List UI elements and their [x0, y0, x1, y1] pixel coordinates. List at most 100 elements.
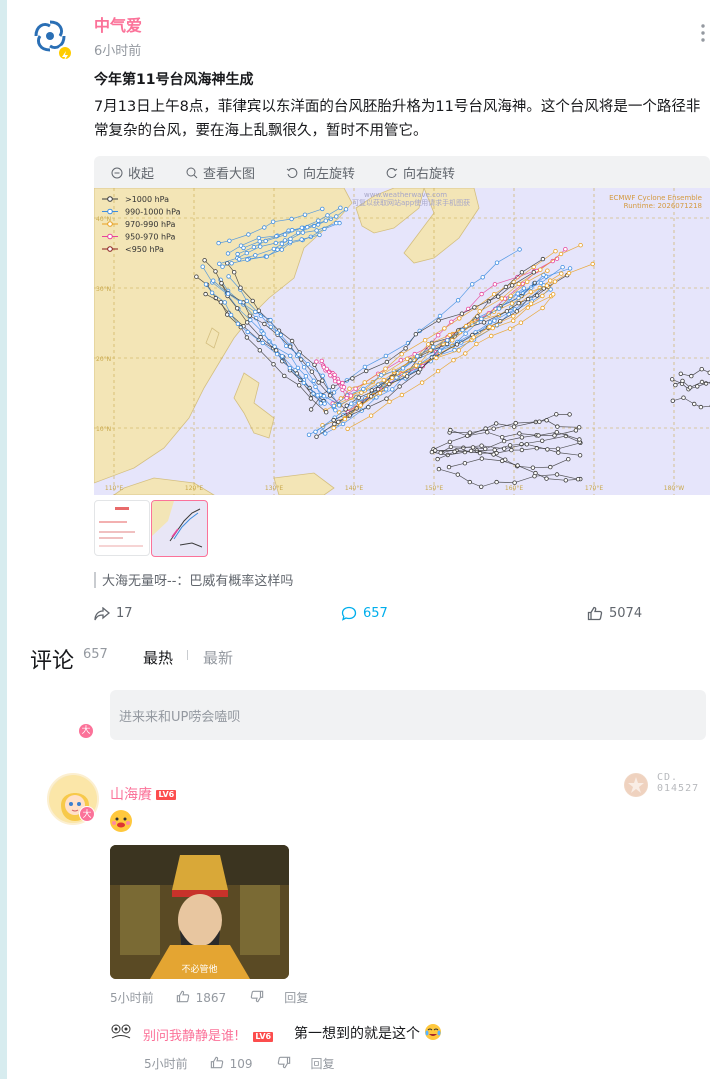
- track-point: [554, 412, 559, 417]
- comment-image-meme[interactable]: 不必管他: [110, 845, 289, 979]
- comment-dislike-button[interactable]: [250, 990, 264, 1006]
- track-point: [330, 384, 336, 389]
- track-point: [437, 348, 442, 353]
- view-large-button[interactable]: 查看大图: [186, 163, 255, 182]
- track-point: [516, 300, 521, 306]
- track-point: [236, 257, 242, 262]
- reply-input[interactable]: 进来来和UP唠会嗑呗: [110, 690, 706, 740]
- track-point: [274, 351, 280, 357]
- track-point: [399, 351, 404, 357]
- track-point: [511, 318, 516, 323]
- collapse-button[interactable]: 收起: [111, 163, 154, 182]
- track-point: [517, 431, 522, 436]
- lon-label: 160°E: [505, 485, 523, 492]
- thumbnail-2-selected[interactable]: [151, 500, 208, 557]
- track-point: [521, 286, 527, 291]
- track-point: [241, 245, 246, 251]
- lon-label: 130°E: [265, 485, 283, 492]
- track-point: [513, 420, 518, 426]
- track-point: [244, 335, 250, 340]
- left-rail: [0, 0, 7, 1079]
- sub-commenter-name[interactable]: 别问我静静是谁!: [143, 1029, 239, 1044]
- track-point: [203, 282, 209, 287]
- track-point: [311, 378, 316, 383]
- post-body: 7月13日上午8点，菲律宾以东洋面的台风胚胎升格为11号台风海神。这个台风将是一…: [94, 99, 701, 139]
- my-avatar-badge: 大: [79, 724, 93, 738]
- track-point: [468, 448, 474, 454]
- track-point: [344, 403, 349, 408]
- track-point: [320, 373, 325, 378]
- comment-reply-button[interactable]: 回复: [284, 989, 308, 1006]
- rotate-left-button[interactable]: 向左旋转: [286, 163, 355, 182]
- track-point: [279, 241, 285, 246]
- track-point: [253, 309, 258, 315]
- sub-commenter-avatar[interactable]: [110, 1022, 132, 1040]
- sub-comment-like-button[interactable]: [210, 1056, 224, 1072]
- track-point: [517, 247, 522, 252]
- author-name[interactable]: 中气爱: [94, 12, 142, 36]
- track-point: [229, 261, 234, 266]
- verified-bolt-icon: [57, 45, 73, 61]
- track-point: [262, 225, 267, 230]
- track-point: [501, 438, 507, 444]
- track-point: [282, 232, 288, 237]
- track-point: [470, 445, 476, 450]
- sort-separator: [187, 650, 188, 660]
- track-point: [326, 388, 332, 393]
- comment-like-count: 1867: [195, 990, 227, 1005]
- sub-comment-dislike-button[interactable]: [277, 1056, 291, 1072]
- track-point: [216, 240, 221, 246]
- track-point: [287, 365, 292, 371]
- comment-button[interactable]: 657: [341, 606, 388, 621]
- sub-commenter-level-badge: LV6: [253, 1031, 274, 1042]
- track-point: [213, 269, 218, 274]
- track-point: [474, 341, 479, 347]
- emoji-sticker-icon: [110, 810, 132, 832]
- forwarded-comment[interactable]: 大海无量呀--：巴威有概率这样吗: [94, 570, 293, 589]
- legend-label: 970-990 hPa: [125, 220, 176, 229]
- thumbs-up-icon: [176, 990, 189, 1002]
- track-point: [556, 450, 561, 455]
- track-point: [437, 313, 443, 319]
- quote-bar: [94, 571, 96, 588]
- track-point: [301, 364, 307, 370]
- comments-count: 657: [83, 647, 108, 662]
- track-point: [472, 305, 477, 310]
- track-point: [222, 300, 227, 305]
- share-button[interactable]: 17: [94, 606, 133, 621]
- track-point: [516, 281, 521, 287]
- image-toolbar: 收起 查看大图 向左旋转 向右旋转: [94, 156, 710, 188]
- track-point: [544, 476, 549, 481]
- like-button[interactable]: 5074: [587, 606, 642, 621]
- track-point: [461, 445, 466, 450]
- track-point: [480, 275, 485, 280]
- rotate-right-button[interactable]: 向右旋转: [386, 163, 455, 182]
- track-point: [489, 333, 494, 339]
- track-point: [306, 432, 312, 437]
- commenter-name[interactable]: 山海賡: [110, 787, 152, 803]
- track-point: [228, 312, 234, 318]
- track-point: [566, 270, 572, 276]
- sort-hot-tab[interactable]: 最热: [143, 647, 173, 668]
- track-point: [670, 398, 675, 403]
- track-point: [524, 442, 529, 447]
- lat-label: 20°N: [96, 356, 111, 363]
- sub-comment-reply-button[interactable]: 回复: [311, 1055, 335, 1072]
- track-point: [316, 218, 321, 223]
- track-point: [325, 213, 330, 218]
- track-point: [268, 317, 273, 323]
- comment-time: 5小时前: [110, 991, 154, 1005]
- track-point: [377, 390, 383, 396]
- thumbnail-1[interactable]: [94, 500, 150, 556]
- track-point: [314, 359, 319, 364]
- track-point: [319, 358, 324, 364]
- typhoon-track-map[interactable]: >1000 hPa 990-1000 hPa 970-990 hPa 950-970 …: [94, 188, 710, 495]
- track-point: [544, 283, 550, 288]
- share-count: 17: [116, 606, 133, 621]
- sort-new-tab[interactable]: 最新: [203, 647, 233, 668]
- track-point: [299, 237, 304, 242]
- comment-like-button[interactable]: [176, 990, 190, 1006]
- track-point: [299, 225, 305, 230]
- more-options-icon[interactable]: [700, 22, 706, 44]
- track-point: [203, 291, 208, 297]
